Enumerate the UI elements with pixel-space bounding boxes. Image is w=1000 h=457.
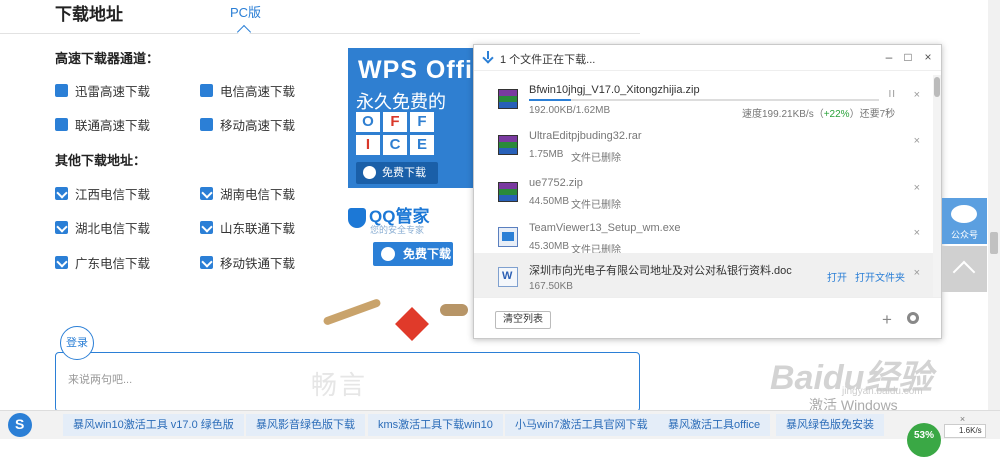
fast-download-title: 高速下载器通道： xyxy=(55,51,160,66)
download-icon xyxy=(55,186,68,200)
download-list: Bfwin10jhgj_V17.0_Xitongzhijia.zip 192.0… xyxy=(474,73,934,297)
shield-icon xyxy=(348,207,366,228)
file-name: TeamViewer13_Setup_wm.exe xyxy=(529,222,681,234)
exe-file-icon xyxy=(498,227,518,247)
wps-ad[interactable]: WPS Offi 永久免费的 O F F I C E 免费下载 xyxy=(348,48,478,188)
qq-manager-slogan: 您的安全专家 xyxy=(370,225,425,235)
wps-office-letters: O F F I C E xyxy=(356,112,434,155)
file-name: 深圳市向光电子有限公司地址及对公对私银行资料.doc xyxy=(529,265,792,277)
festive-banner xyxy=(300,296,480,352)
mobile-fast-download-link[interactable]: 移动高速下载 xyxy=(200,116,295,133)
close-button[interactable]: × xyxy=(920,49,936,65)
download-status-text: 1 个文件正在下载... xyxy=(500,54,596,66)
tab-download-address[interactable]: 下载地址 xyxy=(55,0,123,25)
download-speed: 速度199.21KB/s（+22%）还要7秒 xyxy=(742,109,896,120)
unicom-fast-download-link[interactable]: 联通高速下载 xyxy=(55,116,150,133)
download-icon xyxy=(200,220,213,234)
file-status: 文件已删除 xyxy=(571,153,621,164)
archive-file-icon xyxy=(498,135,518,155)
hunan-telecom-link[interactable]: 湖南电信下载 xyxy=(200,185,295,202)
comment-placeholder: 来说两句吧... xyxy=(68,374,133,386)
related-tag[interactable]: 暴风影音绿色版下载 xyxy=(246,414,365,436)
related-search-bar: 暴风win10激活工具 v17.0 绿色版 暴风影音绿色版下载 kms激活工具下… xyxy=(0,410,1000,439)
pause-button[interactable]: II xyxy=(888,89,896,100)
download-progress-bar xyxy=(529,99,879,101)
back-to-top-button[interactable] xyxy=(942,246,987,292)
file-name: ue7752.zip xyxy=(529,177,583,189)
related-tag[interactable]: 暴风win10激活工具 v17.0 绿色版 xyxy=(63,414,244,436)
changyan-watermark: 畅言 xyxy=(311,370,368,400)
download-icon xyxy=(55,220,68,234)
file-name: UltraEditpjbuding32.rar xyxy=(529,130,642,142)
archive-file-icon xyxy=(498,89,518,109)
wechat-official-account-button[interactable]: 公众号 xyxy=(942,198,987,244)
wps-logo: WPS Offi xyxy=(358,56,473,84)
download-progress-size: 192.00KB/1.62MB xyxy=(529,105,611,116)
download-icon xyxy=(200,255,213,269)
qq-free-download-button[interactable]: 免费下载 xyxy=(373,242,453,266)
download-item[interactable]: TeamViewer13_Setup_wm.exe 45.30MB 文件已删除 … xyxy=(474,213,934,257)
download-tabs: 下载地址 PC版 xyxy=(0,0,640,40)
xunlei-icon xyxy=(55,83,68,97)
remove-item-button[interactable]: × xyxy=(914,89,920,101)
download-item[interactable]: UltraEditpjbuding32.rar 1.75MB 文件已删除 × xyxy=(474,121,934,165)
tab-pc-version[interactable]: PC版 xyxy=(230,2,261,21)
page-scrollbar[interactable] xyxy=(988,0,1000,410)
remove-item-button[interactable]: × xyxy=(914,227,920,239)
related-tag[interactable]: 暴风激活工具office xyxy=(658,414,771,436)
mobile-tietong-link[interactable]: 移动铁通下载 xyxy=(200,254,295,271)
gear-icon[interactable] xyxy=(907,312,919,324)
network-speed: 1.6K/s xyxy=(944,424,986,438)
download-manager-footer: 清空列表 + xyxy=(474,297,941,339)
comment-input[interactable]: 来说两句吧... 畅言 xyxy=(55,352,640,412)
archive-file-icon xyxy=(498,182,518,202)
wps-slogan: 永久免费的 xyxy=(356,92,446,112)
remove-item-button[interactable]: × xyxy=(914,135,920,147)
site-logo-icon[interactable] xyxy=(8,413,32,437)
hubei-telecom-link[interactable]: 湖北电信下载 xyxy=(55,219,150,236)
wechat-icon xyxy=(951,205,977,223)
login-button[interactable]: 登录 xyxy=(60,326,94,360)
shandong-unicom-link[interactable]: 山东联通下载 xyxy=(200,219,295,236)
file-name: Bfwin10jhgj_V17.0_Xitongzhijia.zip xyxy=(529,84,700,96)
file-status: 文件已删除 xyxy=(571,200,621,211)
download-item[interactable]: ue7752.zip 44.50MB 文件已删除 × xyxy=(474,168,934,212)
download-icon xyxy=(200,186,213,200)
download-manager-titlebar: 1 个文件正在下载... – □ × xyxy=(474,45,941,71)
related-tag[interactable]: kms激活工具下载win10 xyxy=(368,414,503,436)
clear-list-button[interactable]: 清空列表 xyxy=(495,311,551,329)
file-size: 45.30MB xyxy=(529,241,570,252)
file-size: 1.75MB xyxy=(529,149,564,160)
related-tag[interactable]: 暴风绿色版免安装 xyxy=(776,414,884,436)
xunlei-download-link[interactable]: 迅雷高速下载 xyxy=(55,82,150,99)
other-download-title: 其他下载地址： xyxy=(55,153,147,168)
guangdong-telecom-link[interactable]: 广东电信下载 xyxy=(55,254,150,271)
download-arrow-icon xyxy=(482,51,494,63)
qq-manager-ad[interactable]: QQ管家 您的安全专家 免费下载 xyxy=(348,200,478,272)
related-tag[interactable]: 小马win7激活工具官网下载 xyxy=(505,414,658,436)
unicom-icon xyxy=(55,117,68,131)
download-item-selected[interactable]: 深圳市向光电子有限公司地址及对公对私银行资料.doc 167.50KB 打开 打… xyxy=(474,253,934,297)
wps-free-download-button[interactable]: 免费下载 xyxy=(356,162,438,184)
word-file-icon xyxy=(498,267,518,287)
open-file-link[interactable]: 打开 xyxy=(827,269,847,284)
jiangxi-telecom-link[interactable]: 江西电信下载 xyxy=(55,185,150,202)
maximize-button[interactable]: □ xyxy=(900,49,916,65)
download-list-scrollbar[interactable] xyxy=(933,75,941,297)
file-size: 167.50KB xyxy=(529,281,573,292)
open-folder-link[interactable]: 打开文件夹 xyxy=(855,269,905,284)
remove-item-button[interactable]: × xyxy=(914,267,920,279)
mobile-icon xyxy=(200,117,213,131)
tab-indicator xyxy=(236,24,252,40)
minimize-button[interactable]: – xyxy=(881,49,897,65)
telecom-fast-download-link[interactable]: 电信高速下载 xyxy=(200,82,295,99)
file-size: 44.50MB xyxy=(529,196,570,207)
add-icon[interactable]: + xyxy=(882,310,892,330)
network-monitor-ball[interactable]: 53% xyxy=(907,423,941,457)
download-icon xyxy=(55,255,68,269)
download-manager-window: 1 个文件正在下载... – □ × Bfwin10jhgj_V17.0_Xit… xyxy=(473,44,942,339)
telecom-icon xyxy=(200,83,213,97)
remove-item-button[interactable]: × xyxy=(914,182,920,194)
download-item-active[interactable]: Bfwin10jhgj_V17.0_Xitongzhijia.zip 192.0… xyxy=(474,75,934,120)
